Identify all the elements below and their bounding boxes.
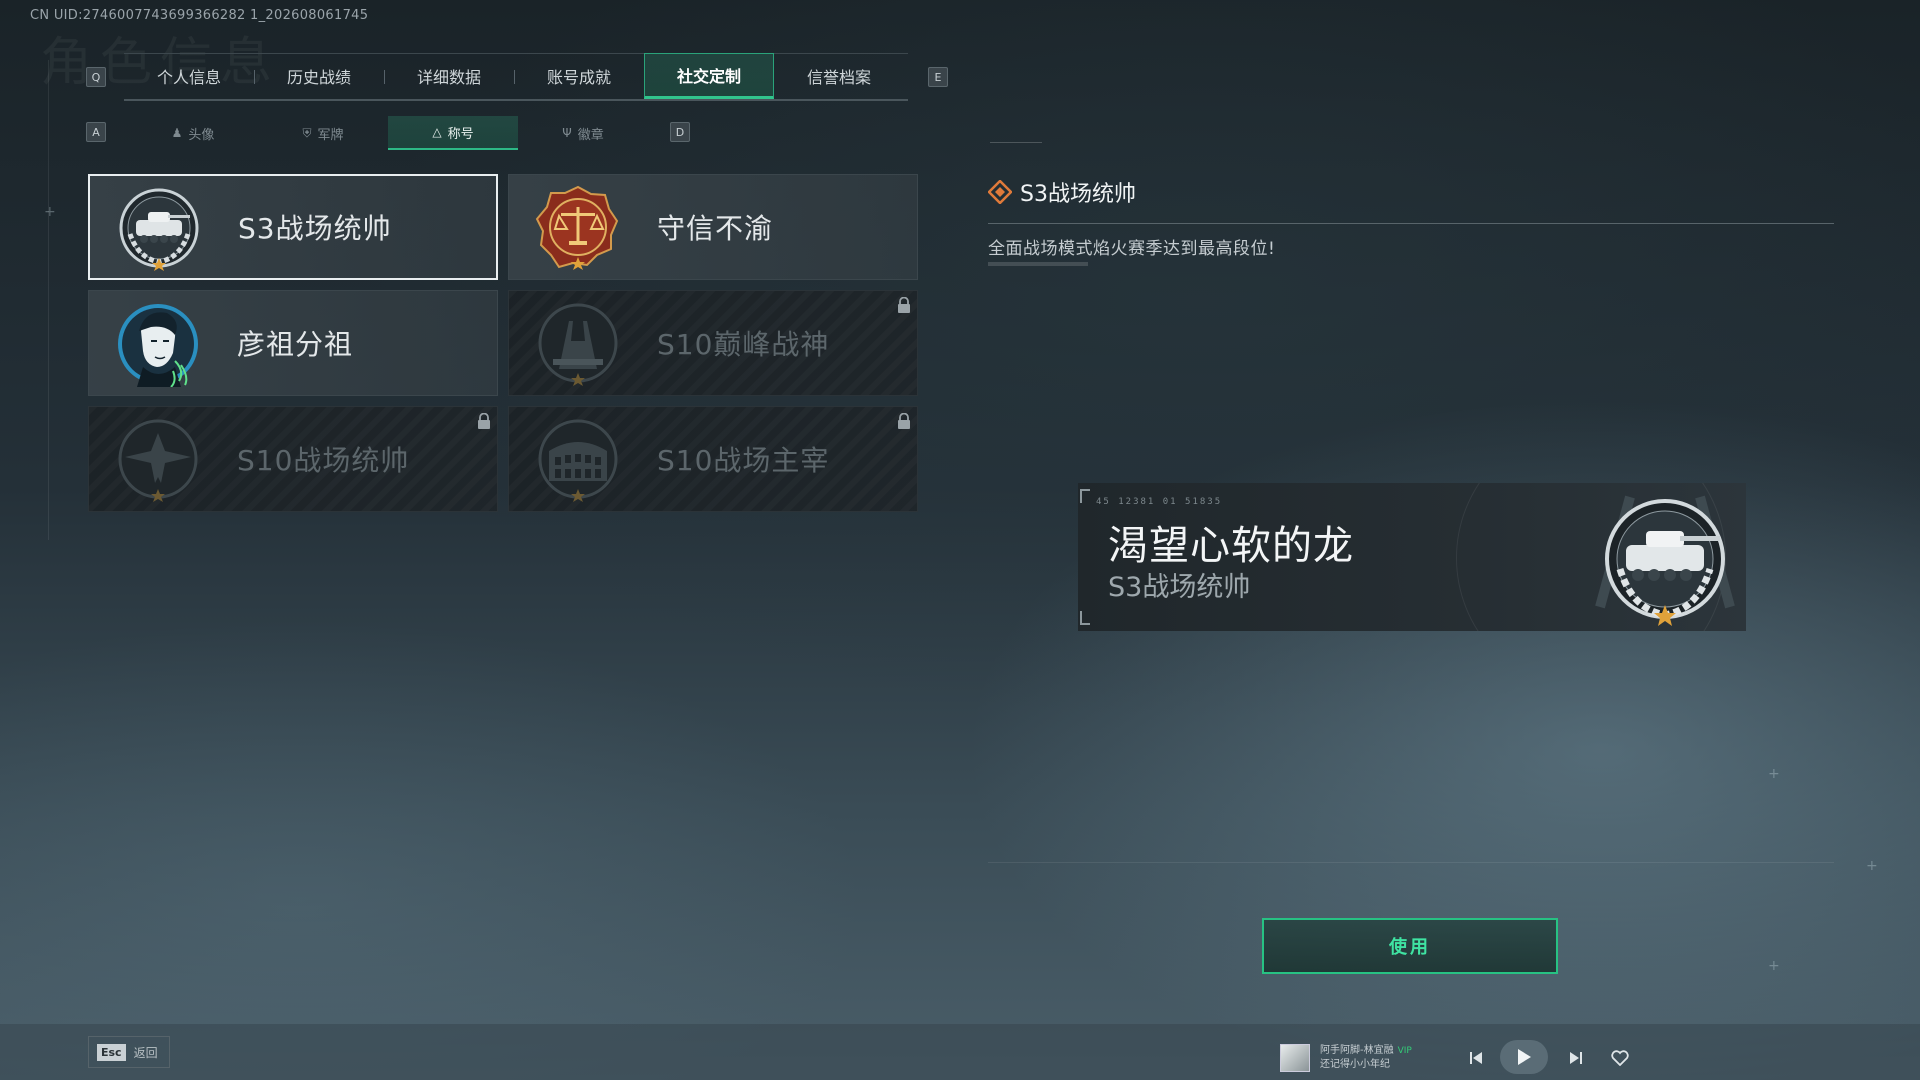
emblem-icon: Ψ xyxy=(562,126,572,140)
heart-icon xyxy=(1611,1050,1629,1066)
tank-wreath-badge-icon xyxy=(119,188,199,271)
tab-personal-info[interactable]: 个人信息 xyxy=(124,53,254,99)
title-card[interactable]: S3战场统帅 xyxy=(88,174,498,280)
title-card[interactable]: S10战场统帅 xyxy=(88,406,498,512)
lock-icon xyxy=(898,413,910,429)
detail-description: 全面战场模式焰火赛季达到最高段位! xyxy=(988,239,1276,259)
title-card[interactable]: S10战场主宰 xyxy=(508,406,918,512)
next-track-button[interactable] xyxy=(1564,1046,1588,1070)
next-subtab-key[interactable]: D xyxy=(670,122,690,142)
title-name: S10战场主宰 xyxy=(657,444,830,477)
next-tab-key[interactable]: E xyxy=(928,67,948,87)
bottom-bar xyxy=(0,1024,1920,1080)
colosseum-badge-icon xyxy=(538,419,618,502)
title-card[interactable]: 守信不渝 xyxy=(508,174,918,280)
subtab-title-label: 称号 xyxy=(447,126,474,142)
frame-line xyxy=(988,862,1834,863)
portrait-badge-icon xyxy=(118,304,198,387)
crosshair-mark: + xyxy=(44,204,56,220)
next-track-icon xyxy=(1570,1052,1582,1064)
title-grid: S3战场统帅 守信不渝 彦祖分祖 S10巅峰战神 S10战场统帅 S10战场主宰 xyxy=(88,174,918,512)
tab-social-custom[interactable]: 社交定制 xyxy=(644,53,774,99)
tower-badge-icon xyxy=(538,303,618,386)
prev-tab-key[interactable]: Q xyxy=(86,67,106,87)
description-underline xyxy=(988,262,1088,266)
detail-header: S3战场统帅 xyxy=(988,176,1136,208)
scales-badge-icon xyxy=(535,185,619,270)
title-card[interactable]: 彦祖分祖 xyxy=(88,290,498,396)
tab-match-history[interactable]: 历史战绩 xyxy=(254,53,384,99)
title-name: S10巅峰战神 xyxy=(657,328,830,361)
album-art xyxy=(1280,1044,1310,1072)
music-player-info: 阿手阿脚-林宜融 VIP 还记得小小年纪 xyxy=(1280,1044,1412,1072)
player-name: 渴望心软的龙 xyxy=(1108,523,1354,569)
person-icon: ♟ xyxy=(171,126,183,140)
subtab-avatar[interactable]: ♟ 头像 xyxy=(128,116,258,150)
plate-code: 45 12381 01 51835 xyxy=(1096,497,1223,507)
title-triangle-icon: △ xyxy=(432,125,442,139)
sub-tabs: ♟ 头像 ⛨ 军牌 △ 称号 Ψ 徽章 xyxy=(128,116,648,150)
aircraft-badge-icon xyxy=(118,419,198,502)
title-name: S10战场统帅 xyxy=(237,444,410,477)
subtab-emblem[interactable]: Ψ 徽章 xyxy=(518,116,648,150)
title-name: S3战场统帅 xyxy=(238,212,392,245)
plate-bracket xyxy=(1080,611,1090,625)
title-card[interactable]: S10巅峰战神 xyxy=(508,290,918,396)
lock-icon xyxy=(478,413,490,429)
title-name: 彦祖分祖 xyxy=(237,328,354,361)
previous-track-icon xyxy=(1470,1052,1482,1064)
song-artist: 阿手阿脚-林宜融 xyxy=(1320,1045,1394,1056)
vip-badge: VIP xyxy=(1397,1046,1412,1056)
lock-icon xyxy=(898,297,910,313)
title-name: 守信不渝 xyxy=(657,212,774,245)
subtab-dogtag[interactable]: ⛨ 军牌 xyxy=(258,116,388,150)
frame-line xyxy=(48,60,49,540)
subtab-avatar-label: 头像 xyxy=(188,127,215,143)
subtab-title[interactable]: △ 称号 xyxy=(388,116,518,150)
detail-mini-tag xyxy=(990,142,1042,148)
prev-subtab-key[interactable]: A xyxy=(86,122,106,142)
favorite-button[interactable] xyxy=(1608,1046,1632,1070)
subtab-emblem-label: 徽章 xyxy=(577,127,604,143)
diamond-title-icon xyxy=(988,180,1012,204)
crosshair-mark: + xyxy=(1866,858,1878,874)
crosshair-mark: + xyxy=(1768,958,1780,974)
tank-wreath-badge-icon xyxy=(1595,495,1735,626)
uid-label: CN UID:2746007743699366282 1_20260806174… xyxy=(30,8,369,23)
detail-title: S3战场统帅 xyxy=(1020,182,1136,207)
title-preview-plate: 45 12381 01 51835 渴望心软的龙 S3战场统帅 xyxy=(1078,483,1746,631)
play-button[interactable] xyxy=(1500,1040,1548,1074)
tab-detailed-data[interactable]: 详细数据 xyxy=(384,53,514,99)
back-label: 返回 xyxy=(133,1045,158,1060)
tab-credit-record[interactable]: 信誉档案 xyxy=(774,53,904,99)
play-icon xyxy=(1518,1049,1531,1065)
song-title: 还记得小小年纪 xyxy=(1320,1059,1390,1070)
equipped-title: S3战场统帅 xyxy=(1108,572,1251,603)
crosshair-mark: + xyxy=(1768,766,1780,782)
previous-track-button[interactable] xyxy=(1464,1046,1488,1070)
subtab-dogtag-label: 军牌 xyxy=(317,127,344,143)
use-button[interactable]: 使用 xyxy=(1262,918,1558,974)
dogtag-icon: ⛨ xyxy=(302,125,312,140)
main-tabs: 个人信息 历史战绩 详细数据 账号成就 社交定制 信誉档案 xyxy=(124,53,908,101)
tab-achievements[interactable]: 账号成就 xyxy=(514,53,644,99)
detail-divider xyxy=(988,223,1834,224)
back-button[interactable]: Esc 返回 xyxy=(88,1036,170,1068)
plate-bracket xyxy=(1080,489,1090,503)
esc-key: Esc xyxy=(97,1043,126,1061)
